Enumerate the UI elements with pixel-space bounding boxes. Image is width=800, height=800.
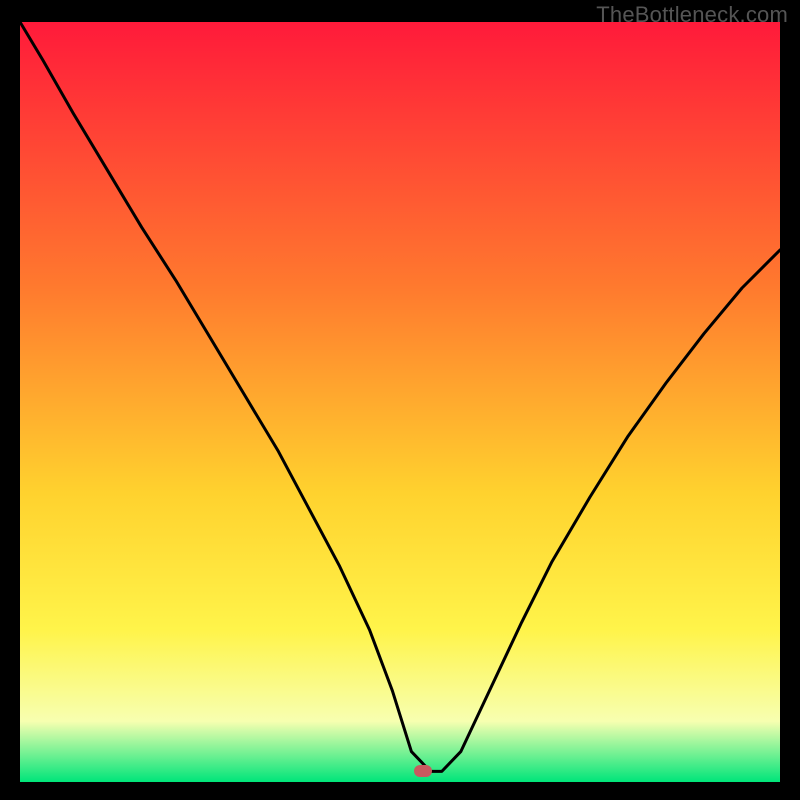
plot-background	[20, 22, 780, 782]
chart-frame: TheBottleneck.com	[0, 0, 800, 800]
bottleneck-plot	[20, 22, 780, 782]
optimal-point-marker	[414, 765, 432, 777]
watermark-text: TheBottleneck.com	[596, 2, 788, 28]
